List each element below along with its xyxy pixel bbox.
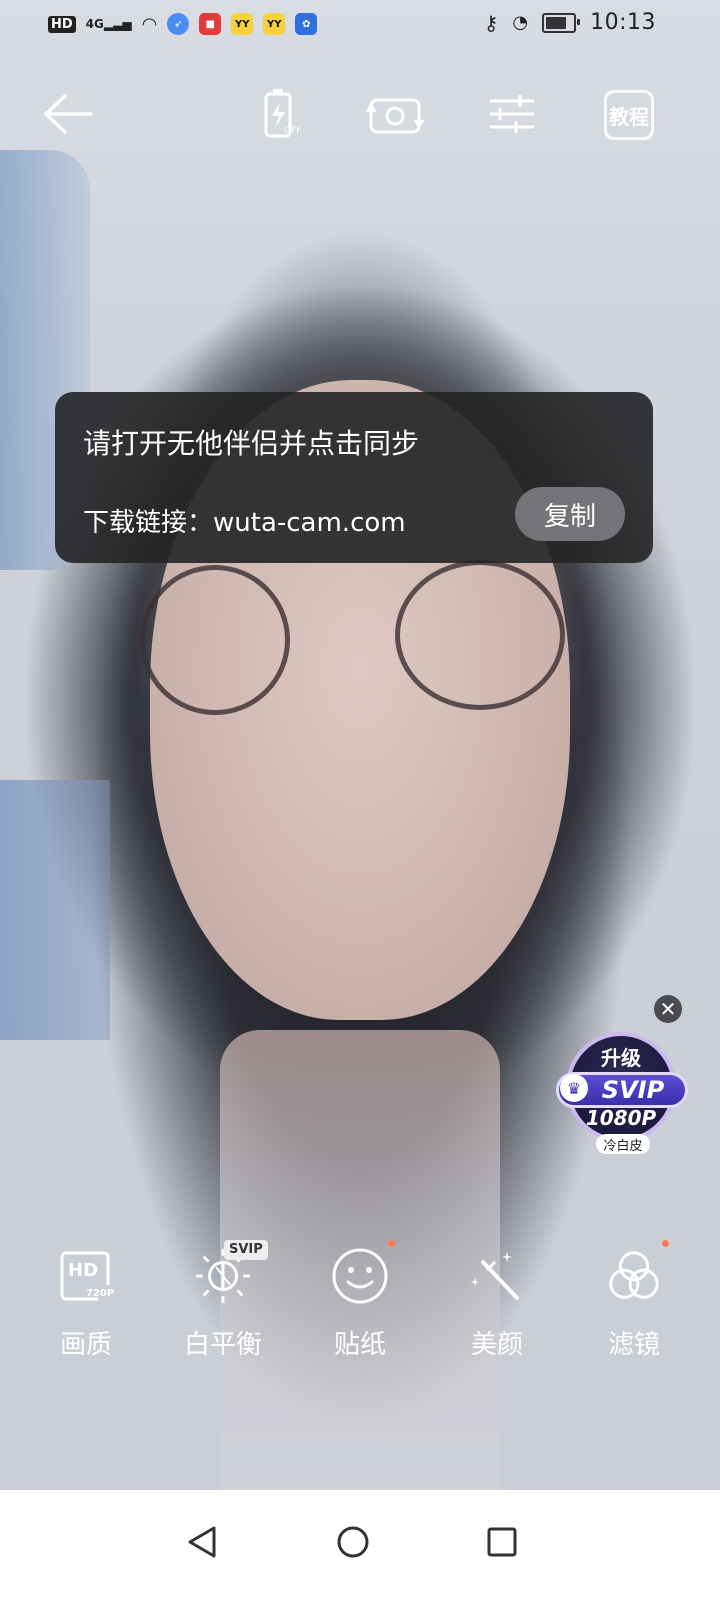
tool-sticker[interactable]: 贴纸 bbox=[300, 1240, 420, 1360]
settings-sliders-button[interactable] bbox=[484, 86, 540, 142]
crown-icon: ♛ bbox=[560, 1074, 588, 1102]
square-recents-icon bbox=[487, 1527, 517, 1557]
hd-indicator: HD bbox=[48, 15, 76, 33]
copy-button[interactable]: 复制 bbox=[515, 487, 625, 541]
camera-screen: HD 4G▂▃▅ ◠ ➶ ■ YY YY ✿ ⚷ ◔ 10:13 OFF 教程 … bbox=[0, 0, 720, 1600]
svip-upgrade-badge[interactable]: 升级 SVIP ♛ 1080P 冷白皮 bbox=[556, 1032, 688, 1154]
tool-white-balance-label: 白平衡 bbox=[183, 1330, 262, 1360]
tool-beauty-label: 美颜 bbox=[470, 1330, 523, 1360]
nav-home-button[interactable] bbox=[323, 1512, 383, 1572]
sliders-icon bbox=[490, 95, 534, 133]
resolution-label: 1080P bbox=[585, 1106, 657, 1130]
key-icon: ⚷ bbox=[483, 10, 499, 35]
navigation-bar bbox=[0, 1490, 720, 1600]
hd-icon-text: HD bbox=[68, 1260, 99, 1281]
video-app-icon: ■ bbox=[199, 13, 222, 35]
baidu-app-icon: ✿ bbox=[295, 13, 318, 35]
yy-app-icon-2: YY bbox=[263, 13, 286, 35]
rocket-app-icon: ➶ bbox=[167, 13, 190, 35]
tool-quality[interactable]: HD 720P 画质 bbox=[26, 1240, 146, 1360]
flash-state: OFF bbox=[284, 126, 302, 136]
tool-sticker-label: 贴纸 bbox=[333, 1330, 386, 1360]
triangle-back-icon bbox=[188, 1526, 216, 1558]
close-upgrade-button[interactable]: ✕ bbox=[654, 995, 682, 1023]
filter-circles-icon bbox=[609, 1251, 659, 1299]
tool-filter[interactable]: 滤镜 bbox=[574, 1240, 694, 1360]
tool-filter-label: 滤镜 bbox=[607, 1330, 660, 1360]
back-arrow-icon bbox=[44, 94, 93, 134]
resolution-sub: 720P bbox=[86, 1288, 115, 1299]
speed-icon: ◔ bbox=[512, 12, 529, 33]
effect-label: 冷白皮 bbox=[596, 1134, 650, 1154]
status-bar: HD 4G▂▃▅ ◠ ➶ ■ YY YY ✿ ⚷ ◔ 10:13 bbox=[0, 0, 720, 48]
smiley-icon bbox=[332, 1248, 388, 1304]
circle-home-icon bbox=[337, 1526, 369, 1558]
sync-popup: 请打开无他伴侣并点击同步 下载链接：wuta-cam.com 复制 bbox=[55, 392, 653, 563]
clock: 10:13 bbox=[590, 10, 656, 35]
nav-recents-button[interactable] bbox=[472, 1512, 532, 1572]
upgrade-label: 升级 bbox=[601, 1046, 641, 1070]
sticker-new-dot bbox=[388, 1240, 395, 1247]
tutorial-button[interactable]: 教程 bbox=[604, 90, 654, 140]
svip-tag: SVIP bbox=[224, 1240, 268, 1260]
wifi-icon: ◠ bbox=[141, 13, 158, 35]
filter-new-dot bbox=[662, 1240, 669, 1247]
camera-switch-icon bbox=[365, 98, 425, 134]
download-link: 下载链接：wuta-cam.com bbox=[83, 508, 406, 538]
network-type: 4G bbox=[85, 17, 104, 31]
nav-back-button[interactable] bbox=[172, 1512, 232, 1572]
popup-title: 请打开无他伴侣并点击同步 bbox=[83, 427, 420, 460]
tool-bar: HD 720P 画质 白平衡 SVIP 贴纸 美颜 滤镜 bbox=[0, 1240, 720, 1360]
flash-button[interactable]: OFF bbox=[254, 86, 310, 142]
magic-wand-icon bbox=[471, 1252, 519, 1300]
tool-quality-label: 画质 bbox=[59, 1330, 112, 1360]
battery-icon bbox=[542, 12, 581, 33]
signal-icon: 4G▂▃▅ bbox=[85, 17, 132, 31]
yy-app-icon: YY bbox=[231, 13, 254, 35]
switch-camera-button[interactable] bbox=[364, 86, 426, 142]
back-button[interactable] bbox=[38, 86, 98, 142]
tool-beauty[interactable]: 美颜 bbox=[437, 1240, 557, 1360]
